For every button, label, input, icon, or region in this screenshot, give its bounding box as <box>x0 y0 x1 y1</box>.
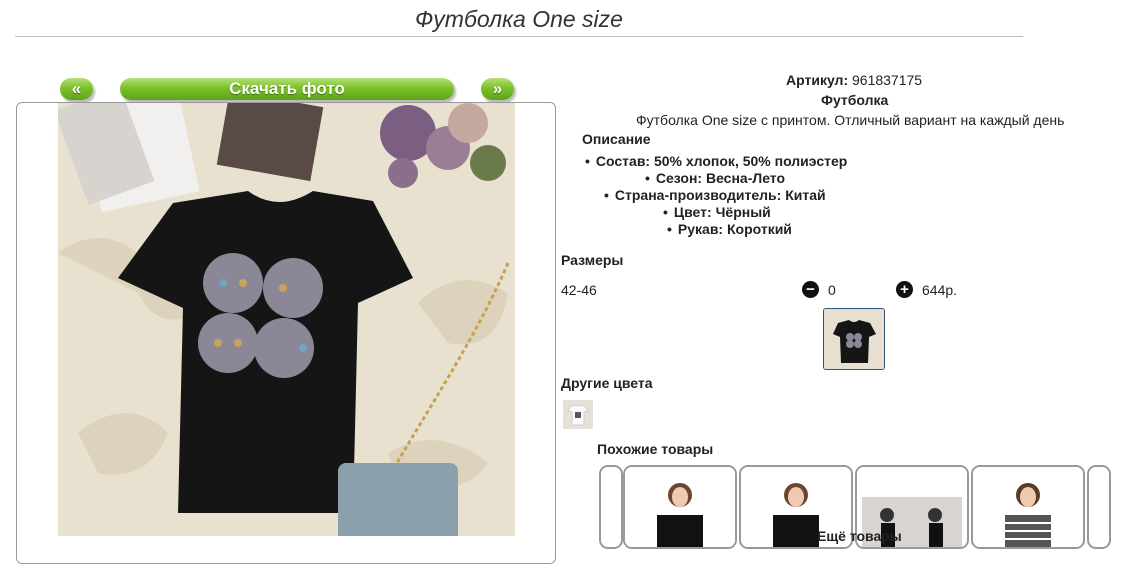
carousel-next[interactable] <box>1087 465 1111 549</box>
similar-item[interactable] <box>971 465 1085 549</box>
size-price: 644р. <box>922 282 958 298</box>
download-photo-button[interactable]: Скачать фото <box>120 78 454 100</box>
sizes-heading: Размеры <box>561 252 624 268</box>
more-items-label[interactable]: Ещё товары <box>817 528 902 544</box>
similar-item-image <box>625 467 735 547</box>
plus-circle-icon[interactable]: + <box>896 281 913 298</box>
similar-item-image <box>973 467 1083 547</box>
prev-photo-button[interactable]: « <box>60 78 93 100</box>
size-quantity: 0 <box>828 282 836 298</box>
product-photo[interactable] <box>58 103 515 536</box>
minus-circle-icon[interactable]: − <box>802 281 819 298</box>
spec-item: Состав: 50% хлопок, 50% полиэстер <box>585 153 847 169</box>
carousel-prev[interactable] <box>599 465 623 549</box>
product-name: Футболка <box>821 92 889 108</box>
spec-item: Страна-производитель: Китай <box>604 187 826 203</box>
article-value: 961837175 <box>852 72 923 88</box>
title-divider <box>15 36 1023 37</box>
next-photo-button[interactable]: » <box>481 78 514 100</box>
page-title: Футболка One size <box>415 6 623 32</box>
spec-item: Цвет: Чёрный <box>663 204 771 220</box>
spec-item: Рукав: Короткий <box>667 221 792 237</box>
size-value: 42-46 <box>561 282 597 298</box>
article-label: Артикул: <box>786 72 849 88</box>
product-thumbnail[interactable] <box>823 308 885 370</box>
color-swatch-image <box>563 400 593 429</box>
other-colors-heading: Другие цвета <box>561 375 653 391</box>
similar-item[interactable] <box>623 465 737 549</box>
thumbnail-image <box>824 309 884 369</box>
similar-heading: Похожие товары <box>597 441 714 457</box>
article-line: Артикул: 961837175 <box>786 72 922 88</box>
spec-item: Сезон: Весна-Лето <box>645 170 785 186</box>
color-swatch[interactable] <box>563 400 593 429</box>
product-photo-image <box>58 103 515 536</box>
description-heading: Описание <box>582 131 651 147</box>
product-short-description: Футболка One size с принтом. Отличный ва… <box>636 112 1065 128</box>
